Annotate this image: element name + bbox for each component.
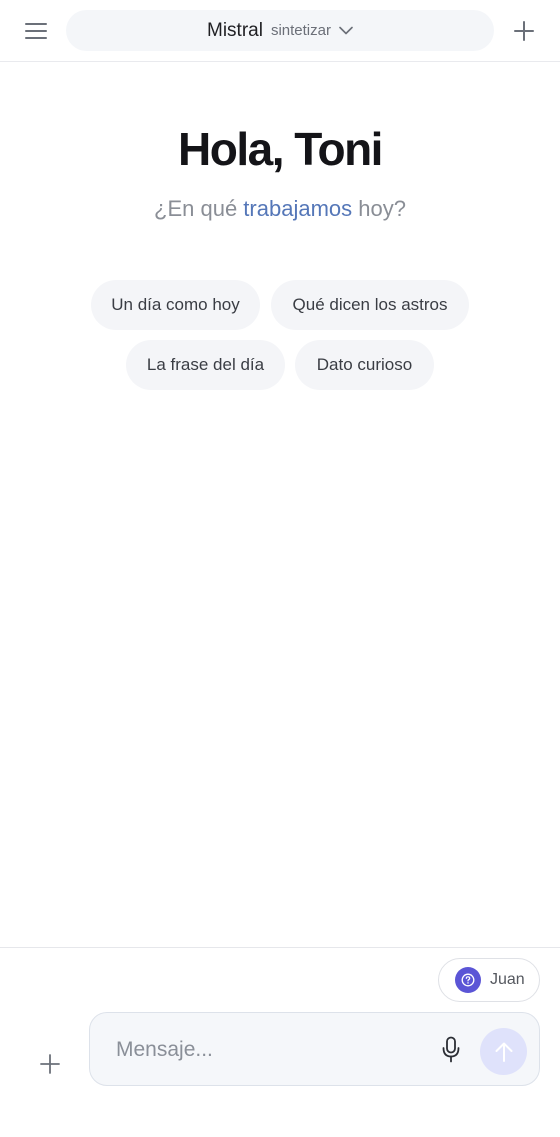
send-button[interactable] — [480, 1028, 527, 1075]
suggestion-label: Qué dicen los astros — [292, 295, 448, 314]
chevron-down-icon — [339, 26, 353, 35]
suggestion-label: La frase del día — [146, 355, 265, 374]
divider — [0, 947, 560, 948]
model-name: Mistral — [207, 19, 263, 41]
assistant-selector[interactable]: Juan — [438, 958, 540, 1002]
model-selector[interactable]: Mistral sintetizar — [66, 10, 494, 51]
message-input[interactable] — [116, 1033, 416, 1067]
subtitle-accent: trabajamos — [243, 196, 353, 221]
greeting-subtitle: ¿En qué trabajamos hoy? — [0, 196, 560, 222]
suggestion-label: Un día como hoy — [111, 295, 240, 314]
chat-home-screen: Mistral sintetizar Hola, Toni ¿En qué tr… — [0, 0, 560, 1137]
help-circle-icon — [461, 973, 475, 987]
arrow-up-icon — [495, 1042, 512, 1062]
model-mode: sintetizar — [270, 22, 331, 39]
menu-button[interactable] — [16, 12, 56, 50]
top-bar: Mistral sintetizar — [0, 0, 560, 62]
suggestion-chip[interactable]: Dato curioso — [295, 340, 434, 390]
new-chat-button[interactable] — [504, 12, 544, 50]
attach-button[interactable] — [30, 1044, 70, 1084]
subtitle-prefix: ¿En qué — [154, 196, 244, 221]
assistant-avatar — [455, 967, 481, 993]
voice-input-button[interactable] — [434, 1033, 468, 1067]
hamburger-menu-icon — [25, 23, 47, 39]
message-composer — [89, 1012, 540, 1086]
plus-icon — [40, 1054, 60, 1074]
subtitle-suffix: hoy? — [352, 196, 406, 221]
plus-icon — [514, 21, 534, 41]
suggestion-chip[interactable]: Un día como hoy — [91, 280, 260, 330]
suggestion-chip[interactable]: La frase del día — [126, 340, 285, 390]
assistant-name: Juan — [490, 971, 525, 988]
suggestion-chip[interactable]: Qué dicen los astros — [271, 280, 469, 330]
suggestion-label: Dato curioso — [316, 355, 413, 374]
greeting-title: Hola, Toni — [178, 123, 383, 175]
microphone-icon — [442, 1036, 460, 1063]
